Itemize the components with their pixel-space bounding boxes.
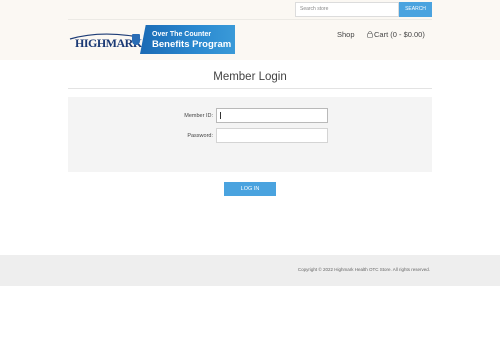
- member-id-field[interactable]: [216, 108, 328, 123]
- login-button[interactable]: LOG IN: [224, 182, 276, 196]
- logo-tagline-2: Benefits Program: [152, 39, 232, 50]
- search-input[interactable]: Search store: [295, 2, 399, 17]
- cart-icon[interactable]: [367, 31, 373, 38]
- site-logo[interactable]: HIGHMARK Over The Counter Benefits Progr…: [68, 24, 236, 55]
- site-header: Search store SEARCH HIGHMARK Over The Co…: [0, 0, 500, 60]
- password-field[interactable]: [216, 128, 328, 143]
- header-divider: [68, 19, 432, 20]
- password-label: Password:: [187, 133, 213, 139]
- nav-shop-link[interactable]: Shop: [337, 30, 355, 39]
- page-title: Member Login: [213, 71, 287, 83]
- logo-tagline-1: Over The Counter: [152, 31, 212, 38]
- search-button[interactable]: SEARCH: [399, 2, 432, 17]
- shield-icon: [132, 34, 140, 45]
- title-divider: [68, 88, 432, 89]
- site-footer: Copyright © 2022 Highmark Health OTC Sto…: [0, 255, 500, 286]
- member-id-label: Member ID:: [184, 113, 213, 119]
- copyright-text: Copyright © 2022 Highmark Health OTC Sto…: [297, 267, 430, 272]
- logo-banner: Over The Counter Benefits Program: [140, 25, 235, 54]
- nav-cart-link[interactable]: Cart (0 - $0.00): [374, 30, 425, 39]
- text-caret: [220, 112, 221, 119]
